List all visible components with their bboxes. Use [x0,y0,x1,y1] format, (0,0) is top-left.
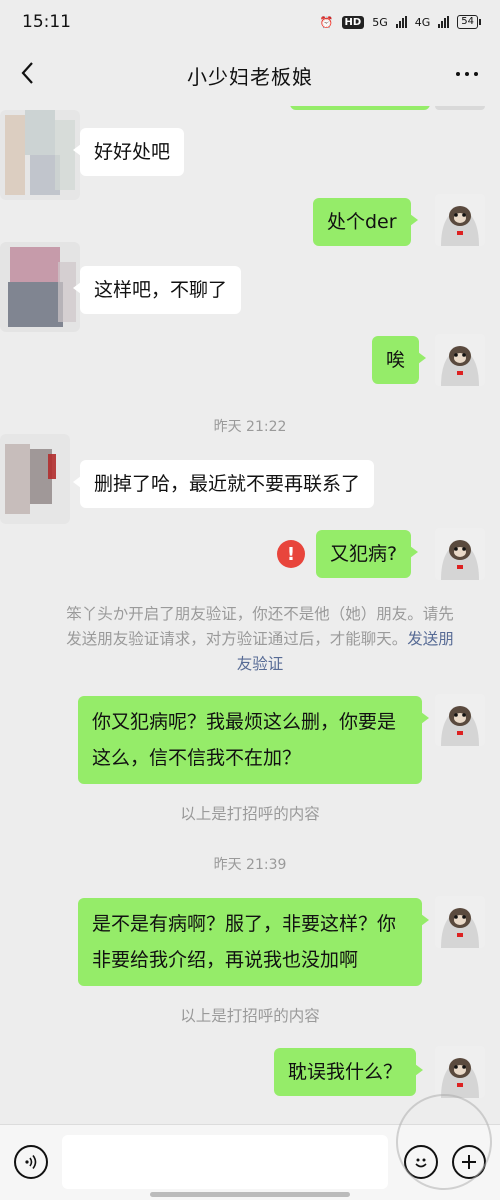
my-avatar[interactable] [435,896,485,948]
status-time: 15:11 [22,12,71,32]
notice-text: 笨丫头か开启了朋友验证，你还不是他（她）朋友。请先发送朋友验证请求，对方验证通过… [66,605,454,648]
message-input[interactable] [62,1135,388,1189]
message-bubble[interactable]: 耽误我什么？ [274,1048,424,1096]
my-avatar[interactable] [435,528,485,580]
message-bubble[interactable]: 你又犯病呢？我最烦这么删，你要是这么，信不信我不在加？ [78,696,429,784]
timestamp: 昨天 21:39 [213,857,287,873]
hd-badge: HD [341,15,365,29]
greeting-notice: 以上是打招呼的内容 [180,805,320,823]
message-bubble[interactable]: 又犯病? [316,530,419,578]
my-avatar[interactable] [435,194,485,246]
timestamp: 昨天 21:22 [213,419,287,435]
contact-avatar[interactable] [0,110,80,200]
chevron-left-icon[interactable] [14,58,44,88]
chat-header: 小少妇老板娘 [0,44,500,106]
my-avatar[interactable] [435,1046,485,1098]
network-5g-label: 5G [372,15,388,29]
voice-icon[interactable] [14,1145,48,1179]
clipped-sent-bubble [290,106,430,110]
message-bubble[interactable]: 删掉了哈，最近就不要再联系了 [72,460,375,508]
ellipsis-icon[interactable] [456,72,478,76]
my-avatar[interactable] [435,694,485,746]
alarm-icon: ⏰ [319,15,334,29]
contact-avatar[interactable] [0,434,70,524]
message-bubble[interactable]: 这样吧，不聊了 [72,266,242,314]
message-bubble[interactable]: 是不是有病啊？服了，非要这样？你非要给我介绍，再说我也没加啊 [78,898,429,986]
message-bubble[interactable]: 唉 [372,336,427,384]
chat-title: 小少妇老板娘 [187,64,313,89]
home-indicator [150,1192,350,1197]
friend-verification-notice: 笨丫头か开启了朋友验证，你还不是他（她）朋友。请先发送朋友验证请求，对方验证通过… [60,602,460,677]
my-avatar[interactable] [435,334,485,386]
contact-avatar[interactable] [0,242,80,332]
send-failed-icon[interactable]: ! [277,540,305,568]
status-icons: ⏰ HD 5G 4G 54 [319,15,481,29]
signal-icon-2 [438,16,450,28]
battery-icon: 54 [457,15,481,29]
message-bubble[interactable]: 处个der [313,198,418,246]
chat-area[interactable]: 好好处吧 处个der 这样吧，不聊了 唉 昨天 21:22 删掉了哈，最近就不要… [0,106,500,1124]
signal-icon [395,16,407,28]
status-bar: 15:11 ⏰ HD 5G 4G 54 [0,0,500,44]
greeting-notice: 以上是打招呼的内容 [180,1007,320,1025]
network-4g-label: 4G [414,15,431,29]
message-bubble[interactable]: 好好处吧 [72,128,185,176]
clipped-avatar [435,106,485,110]
